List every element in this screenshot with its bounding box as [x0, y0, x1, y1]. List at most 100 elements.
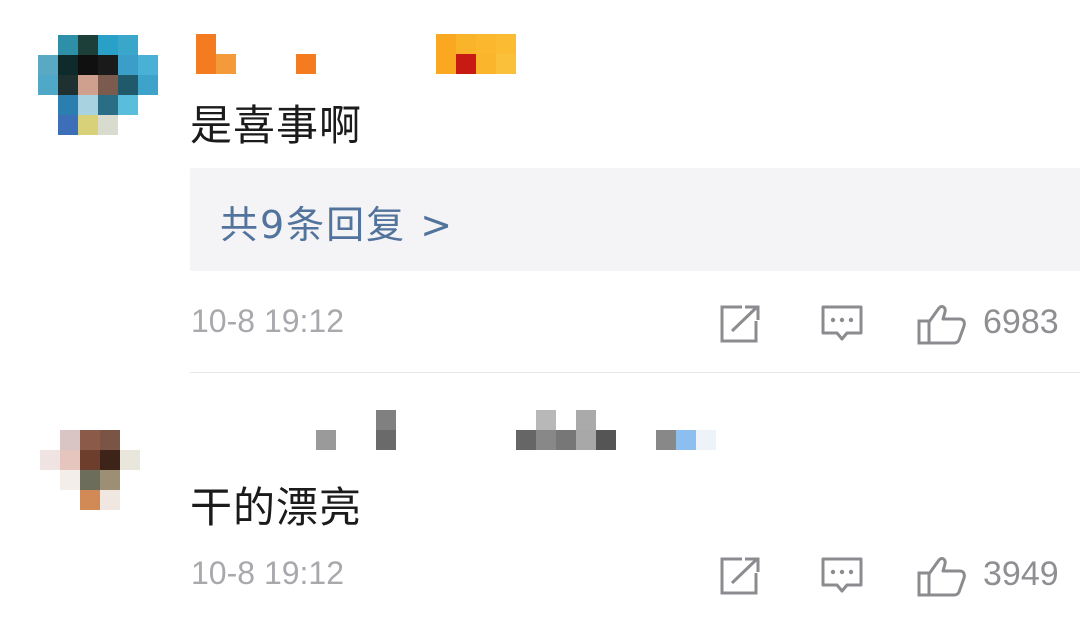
mosaic-cell — [38, 75, 58, 95]
mosaic-cell — [98, 35, 118, 55]
username-censored[interactable] — [196, 34, 536, 74]
mosaic-cell — [296, 54, 316, 74]
mosaic-cell — [556, 430, 576, 450]
mosaic-cell — [118, 75, 138, 95]
mosaic-cell — [416, 34, 436, 54]
mosaic-cell — [496, 410, 516, 430]
mosaic-cell — [616, 410, 636, 430]
mosaic-cell — [356, 54, 376, 74]
mosaic-cell — [456, 54, 476, 74]
mosaic-cell — [118, 115, 138, 135]
share-button[interactable] — [718, 556, 762, 596]
mosaic-cell — [356, 410, 376, 430]
mosaic-cell — [696, 410, 716, 430]
mosaic-cell — [38, 55, 58, 75]
replies-label: 共9条回复 > — [220, 203, 455, 247]
mosaic-cell — [196, 34, 216, 54]
mosaic-cell — [100, 490, 120, 510]
view-replies-button[interactable]: 共9条回复 > — [190, 168, 1080, 271]
avatar[interactable] — [38, 35, 158, 135]
mosaic-cell — [476, 410, 496, 430]
mosaic-cell — [40, 470, 60, 490]
username-censored[interactable] — [296, 410, 716, 450]
mosaic-cell — [316, 54, 336, 74]
mosaic-cell — [138, 115, 158, 135]
mosaic-cell — [616, 430, 636, 450]
mosaic-cell — [58, 35, 78, 55]
mosaic-cell — [436, 34, 456, 54]
reply-button[interactable] — [820, 304, 864, 344]
comment-text: 是喜事啊 — [190, 101, 363, 150]
mosaic-cell — [118, 35, 138, 55]
mosaic-cell — [376, 54, 396, 74]
mosaic-cell — [496, 34, 516, 54]
mosaic-cell — [516, 54, 536, 74]
mosaic-cell — [376, 430, 396, 450]
mosaic-cell — [216, 54, 236, 74]
mosaic-cell — [120, 470, 140, 490]
like-button[interactable] — [916, 556, 972, 597]
mosaic-cell — [336, 410, 356, 430]
mosaic-cell — [296, 430, 316, 450]
mosaic-cell — [456, 430, 476, 450]
mosaic-cell — [456, 410, 476, 430]
mosaic-cell — [336, 430, 356, 450]
mosaic-cell — [596, 430, 616, 450]
like-button[interactable] — [916, 304, 972, 345]
mosaic-cell — [296, 34, 316, 54]
mosaic-cell — [476, 430, 496, 450]
mosaic-cell — [78, 95, 98, 115]
mosaic-cell — [296, 410, 316, 430]
mosaic-cell — [476, 34, 496, 54]
mosaic-cell — [80, 470, 100, 490]
mosaic-cell — [556, 410, 576, 430]
mosaic-cell — [636, 430, 656, 450]
mosaic-cell — [38, 115, 58, 135]
mosaic-cell — [40, 430, 60, 450]
avatar[interactable] — [40, 430, 160, 510]
mosaic-cell — [636, 410, 656, 430]
mosaic-cell — [516, 410, 536, 430]
mosaic-cell — [58, 95, 78, 115]
mosaic-cell — [436, 410, 456, 430]
mosaic-cell — [80, 490, 100, 510]
mosaic-cell — [138, 55, 158, 75]
mosaic-cell — [80, 450, 100, 470]
comment-icon — [821, 305, 863, 341]
mosaic-cell — [38, 95, 58, 115]
mosaic-cell — [676, 410, 696, 430]
share-button[interactable] — [718, 304, 762, 344]
thumbs-up-icon — [917, 305, 966, 345]
mosaic-cell — [80, 430, 100, 450]
mosaic-cell — [496, 54, 516, 74]
reply-button[interactable] — [820, 556, 864, 596]
mosaic-cell — [576, 430, 596, 450]
mosaic-cell — [120, 430, 140, 450]
mosaic-cell — [40, 450, 60, 470]
mosaic-cell — [436, 430, 456, 450]
mosaic-cell — [120, 490, 140, 510]
mosaic-cell — [696, 430, 716, 450]
mosaic-cell — [376, 34, 396, 54]
mosaic-cell — [336, 34, 356, 54]
mosaic-cell — [276, 34, 296, 54]
mosaic-cell — [100, 470, 120, 490]
mosaic-cell — [140, 430, 160, 450]
comment-text: 干的漂亮 — [190, 483, 363, 532]
share-icon — [720, 557, 760, 595]
mosaic-cell — [58, 75, 78, 95]
like-count: 6983 — [983, 303, 1059, 341]
mosaic-cell — [476, 54, 496, 74]
like-count: 3949 — [983, 555, 1059, 593]
mosaic-cell — [396, 34, 416, 54]
mosaic-cell — [60, 450, 80, 470]
mosaic-cell — [396, 410, 416, 430]
mosaic-cell — [58, 115, 78, 135]
mosaic-cell — [140, 450, 160, 470]
comment-meta: 10-8 19:12 6983 — [0, 298, 1080, 348]
mosaic-cell — [78, 115, 98, 135]
thumbs-up-icon — [917, 557, 966, 597]
mosaic-cell — [316, 430, 336, 450]
mosaic-cell — [118, 95, 138, 115]
mosaic-cell — [138, 95, 158, 115]
